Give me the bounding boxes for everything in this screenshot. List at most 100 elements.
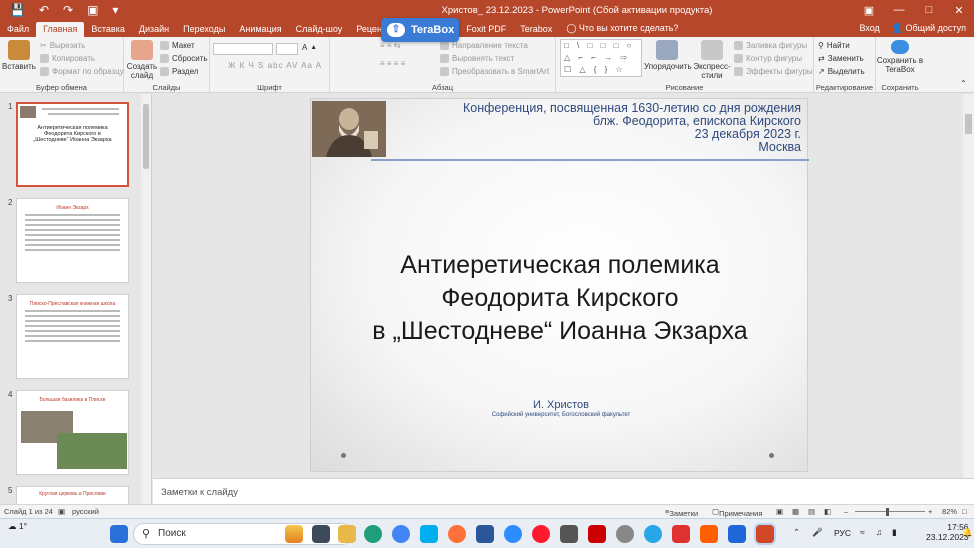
tab-design[interactable]: Дизайн (132, 22, 176, 37)
comments-toggle[interactable]: ▢ Примечания (712, 507, 762, 518)
zoom-slider-thumb[interactable] (886, 508, 889, 516)
tray-chevron-icon[interactable]: ⌃ (793, 527, 800, 538)
font-style-buttons[interactable]: Ж К Ч S abc AV Aa A (228, 61, 322, 70)
thumbnail-slide[interactable]: Плиско-Преславская книжная школа (16, 294, 129, 379)
pdf-icon[interactable] (588, 525, 606, 543)
notes-pane[interactable]: Заметки к слайду (153, 478, 974, 504)
yandex-icon[interactable] (700, 525, 718, 543)
editor-scrollbar[interactable] (963, 94, 974, 479)
customize-qat-icon[interactable]: ▾ (112, 3, 118, 17)
generic-app-icon[interactable] (560, 525, 578, 543)
thumbnail-slide[interactable]: Круглая церковь в Преславе (16, 486, 129, 504)
opera-icon[interactable] (532, 525, 550, 543)
cut-button[interactable]: ✂ Вырезать (40, 41, 85, 50)
tab-insert[interactable]: Вставка (84, 22, 131, 37)
format-painter-button[interactable]: Формат по образцу (40, 67, 124, 76)
tell-me-box[interactable]: ◯ Что вы хотите сделать? (559, 21, 685, 37)
new-slide-button[interactable]: Создать слайд (126, 40, 158, 80)
notes-toggle[interactable]: ≡ Заметки (665, 507, 698, 518)
thumbnails-scrollbar[interactable] (141, 94, 151, 504)
quick-styles-button[interactable]: Экспресс-стили (692, 40, 732, 80)
tab-terabox[interactable]: Terabox (513, 22, 559, 37)
start-button-icon[interactable] (110, 525, 128, 543)
thumbnail-slide[interactable]: Иоанн Экзарх (16, 198, 129, 283)
shapes-gallery[interactable]: □ \ □ □ □ ○ △ ⌐ ⌐ → ⇨ ☐ △ { } ☆ (560, 39, 642, 77)
edge-icon[interactable] (364, 525, 382, 543)
powerpoint-icon[interactable] (756, 525, 774, 543)
save-icon[interactable]: 💾 (10, 3, 25, 17)
zoom-level[interactable]: 82% (942, 507, 957, 516)
redo-icon[interactable]: ↷ (63, 3, 73, 17)
zoom-icon[interactable] (504, 525, 522, 543)
shape-effects-button[interactable]: Эффекты фигуры (734, 67, 813, 76)
tab-slideshow[interactable]: Слайд-шоу (289, 22, 350, 37)
foxit-icon[interactable] (728, 525, 746, 543)
slideshow-view-icon[interactable]: ◧ (824, 507, 831, 516)
zoom-in-button[interactable]: + (928, 507, 932, 516)
red-app-icon[interactable] (672, 525, 690, 543)
scrollbar-thumb[interactable] (965, 114, 972, 134)
author-name[interactable]: И. Христов (461, 399, 661, 411)
find-button[interactable]: ⚲ Найти (818, 41, 850, 50)
smartart-button[interactable]: Преобразовать в SmartArt (440, 67, 549, 76)
reading-view-icon[interactable]: ▤ (808, 507, 815, 516)
colorful-app-icon[interactable] (285, 525, 303, 543)
maximize-button[interactable]: □ (914, 4, 944, 17)
signin-link[interactable]: Вход (859, 23, 879, 34)
align-buttons[interactable]: ≡ ≡ ≡ ≡ (380, 59, 405, 68)
copy-button[interactable]: Копировать (40, 54, 95, 63)
author-affiliation[interactable]: Софийский университет, Богословский факу… (431, 412, 691, 418)
zoom-slider[interactable] (855, 511, 925, 512)
word-icon[interactable] (476, 525, 494, 543)
volume-icon[interactable]: ♫ (876, 527, 882, 537)
settings-icon[interactable] (616, 525, 634, 543)
replace-button[interactable]: ⇄ Заменить (818, 54, 864, 63)
section-button[interactable]: Раздел (160, 67, 198, 76)
list-buttons[interactable]: ≡ ≡ ⇆ (380, 41, 400, 50)
tab-animations[interactable]: Анимация (232, 22, 288, 37)
align-text-button[interactable]: Выровнять текст (440, 54, 514, 63)
tab-transitions[interactable]: Переходы (176, 22, 232, 37)
thumbnail-slide[interactable]: Большая базилика в Плиске (16, 390, 129, 475)
select-button[interactable]: ↗ Выделить (818, 67, 865, 76)
share-button[interactable]: 👤 Общий доступ (892, 23, 966, 34)
text-direction-button[interactable]: Направление текста (440, 41, 528, 50)
arrange-button[interactable]: Упорядочить (644, 40, 692, 71)
zoom-out-button[interactable]: – (844, 507, 848, 516)
skype-icon[interactable] (420, 525, 438, 543)
input-language[interactable]: РУС (834, 528, 851, 538)
tab-foxit[interactable]: Foxit PDF (459, 22, 513, 37)
slide-title[interactable]: Антиеретическая полемика Феодорита Кирск… (311, 249, 809, 348)
minimize-button[interactable]: — (884, 4, 914, 17)
weather-widget[interactable]: ☁ 1° (8, 521, 27, 532)
scrollbar-thumb[interactable] (143, 104, 149, 169)
font-size-select[interactable] (276, 43, 298, 55)
tab-home[interactable]: Главная (36, 22, 85, 37)
undo-icon[interactable]: ↶ (39, 3, 49, 17)
thumbnail-slide[interactable]: Антиеретическая полемика Феодорита Кирск… (16, 102, 129, 187)
collapse-ribbon-icon[interactable]: ⌃ (960, 79, 967, 88)
slideshow-icon[interactable]: ▣ (87, 3, 98, 17)
save-terabox-button[interactable]: Сохранить в TeraBox (876, 40, 924, 74)
font-family-select[interactable] (213, 43, 273, 55)
task-view-icon[interactable] (312, 525, 330, 543)
terabox-badge[interactable]: ⇧ TeraBox (381, 18, 459, 42)
layout-button[interactable]: Макет (160, 41, 195, 50)
spellcheck-icon[interactable]: ▣ (58, 507, 65, 516)
file-explorer-icon[interactable] (338, 525, 356, 543)
battery-icon[interactable]: ▮ (892, 527, 897, 538)
shape-fill-button[interactable]: Заливка фигуры (734, 41, 807, 50)
telegram-icon[interactable] (644, 525, 662, 543)
ribbon-display-icon[interactable]: ▣ (854, 4, 884, 17)
normal-view-icon[interactable]: ▣ (776, 507, 783, 516)
language-indicator[interactable]: русский (72, 507, 99, 516)
chrome-icon[interactable] (392, 525, 410, 543)
tab-file[interactable]: Файл (0, 22, 36, 37)
microphone-icon[interactable]: 🎤 (812, 527, 823, 538)
close-button[interactable]: ✕ (944, 4, 974, 17)
firefox-icon[interactable] (448, 525, 466, 543)
shape-outline-button[interactable]: Контур фигуры (734, 54, 802, 63)
fit-slide-icon[interactable]: □ (962, 507, 967, 516)
reset-button[interactable]: Сбросить (160, 54, 208, 63)
wifi-icon[interactable]: ≈ (860, 527, 865, 537)
